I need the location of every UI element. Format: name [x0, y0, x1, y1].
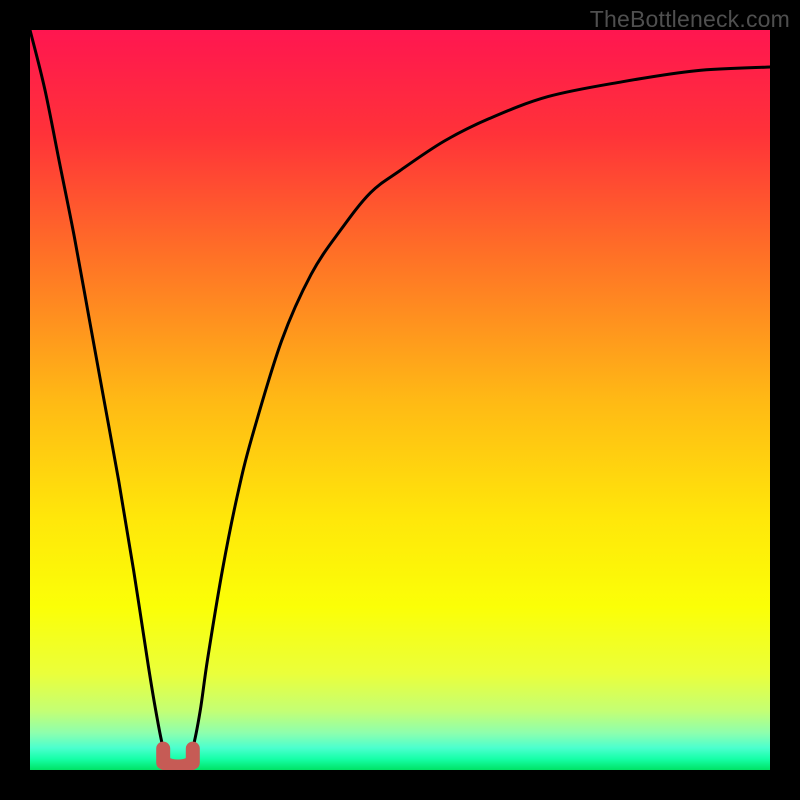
watermark-text: TheBottleneck.com — [590, 6, 790, 33]
bottleneck-curve — [30, 30, 770, 770]
chart-frame: TheBottleneck.com — [0, 0, 800, 800]
plot-area — [30, 30, 770, 770]
